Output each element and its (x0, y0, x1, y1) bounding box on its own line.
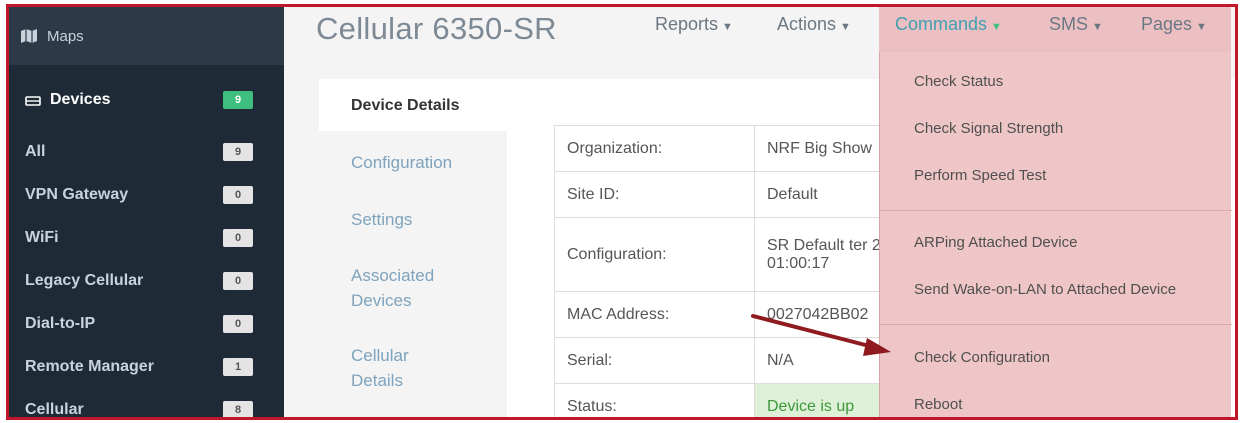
count-badge: 9 (223, 143, 253, 161)
sidebar-item-remote-manager[interactable]: Remote Manager 1 (9, 352, 284, 382)
menu-item-perform-speed-test[interactable]: Perform Speed Test (914, 167, 1046, 184)
count-badge: 8 (223, 401, 253, 417)
menu-commands[interactable]: Commands ▼ (895, 14, 1002, 35)
menu-item-check-signal-strength[interactable]: Check Signal Strength (914, 120, 1063, 137)
sidebar-maps-link[interactable]: Maps (9, 7, 284, 65)
menu-divider (880, 324, 1232, 325)
menu-label: Reports (655, 14, 719, 34)
count-badge: 9 (223, 91, 253, 109)
caret-down-icon: ▼ (722, 21, 733, 33)
row-key: Configuration: (554, 217, 755, 292)
sidebar-item-devices[interactable]: Devices 9 (9, 85, 284, 115)
row-key: Site ID: (554, 171, 755, 218)
page-title: Cellular 6350-SR (316, 11, 557, 46)
sidebar-item-label: All (25, 143, 46, 160)
menu-item-reboot[interactable]: Reboot (914, 396, 962, 413)
tab-device-details[interactable]: Device Details (319, 79, 507, 131)
row-key: Status: (554, 383, 755, 417)
sidebar-item-label: Devices (50, 91, 111, 108)
menu-item-check-status[interactable]: Check Status (914, 73, 1003, 90)
caret-down-icon: ▼ (1092, 21, 1103, 33)
count-badge: 0 (223, 272, 253, 290)
screenshot-frame: Maps Devices 9 All 9 VPN Gateway 0 WiFi … (6, 4, 1238, 420)
tab-configuration[interactable]: Configuration (351, 150, 452, 175)
menu-label: SMS (1049, 14, 1089, 34)
sidebar-item-legacy-cellular[interactable]: Legacy Cellular 0 (9, 266, 284, 296)
count-badge: 0 (223, 229, 253, 247)
tab-settings[interactable]: Settings (351, 207, 412, 232)
sidebar-item-cellular[interactable]: Cellular 8 (9, 395, 284, 418)
menu-item-wake-on-lan[interactable]: Send Wake-on-LAN to Attached Device (914, 281, 1176, 298)
menu-divider (880, 210, 1232, 211)
sidebar-maps-label: Maps (47, 27, 84, 45)
menu-item-check-configuration[interactable]: Check Configuration (914, 349, 1050, 366)
sidebar-item-label: Dial-to-IP (25, 315, 96, 332)
count-badge: 1 (223, 358, 253, 376)
sidebar-item-label: WiFi (25, 229, 59, 246)
row-key: Serial: (554, 337, 755, 384)
count-badge: 0 (223, 315, 253, 333)
commands-dropdown: Check Status Check Signal Strength Perfo… (879, 52, 1232, 417)
menu-actions[interactable]: Actions ▼ (777, 14, 851, 35)
menu-reports[interactable]: Reports ▼ (655, 14, 733, 35)
menu-pages[interactable]: Pages ▼ (1141, 14, 1207, 35)
sidebar-item-wifi[interactable]: WiFi 0 (9, 223, 284, 253)
sidebar-item-all[interactable]: All 9 (9, 137, 284, 167)
caret-down-icon: ▼ (840, 21, 851, 33)
sidebar-item-dial-to-ip[interactable]: Dial-to-IP 0 (9, 309, 284, 339)
tab-cellular-details[interactable]: Cellular Details (351, 343, 441, 393)
sidebar-item-label: Cellular (25, 401, 84, 418)
sidebar-item-label: Legacy Cellular (25, 272, 144, 289)
sidebar-item-vpn-gateway[interactable]: VPN Gateway 0 (9, 180, 284, 210)
sidebar-item-label: Remote Manager (25, 358, 154, 375)
annotation-arrow (751, 314, 891, 356)
menu-label: Commands (895, 14, 988, 34)
tab-label: Device Details (351, 97, 460, 114)
menu-label: Actions (777, 14, 837, 34)
caret-down-icon: ▼ (1196, 21, 1207, 33)
caret-down-icon: ▼ (991, 21, 1002, 33)
devices-icon (25, 94, 41, 106)
menu-sms[interactable]: SMS ▼ (1049, 14, 1103, 35)
tab-associated-devices[interactable]: Associated Devices (351, 263, 461, 313)
row-key: Organization: (554, 125, 755, 172)
menu-item-arping[interactable]: ARPing Attached Device (914, 234, 1077, 251)
map-icon (21, 29, 37, 43)
sidebar: Maps Devices 9 All 9 VPN Gateway 0 WiFi … (9, 7, 284, 417)
sidebar-item-label: VPN Gateway (25, 186, 129, 203)
menu-label: Pages (1141, 14, 1193, 34)
count-badge: 0 (223, 186, 253, 204)
row-key: MAC Address: (554, 291, 755, 338)
